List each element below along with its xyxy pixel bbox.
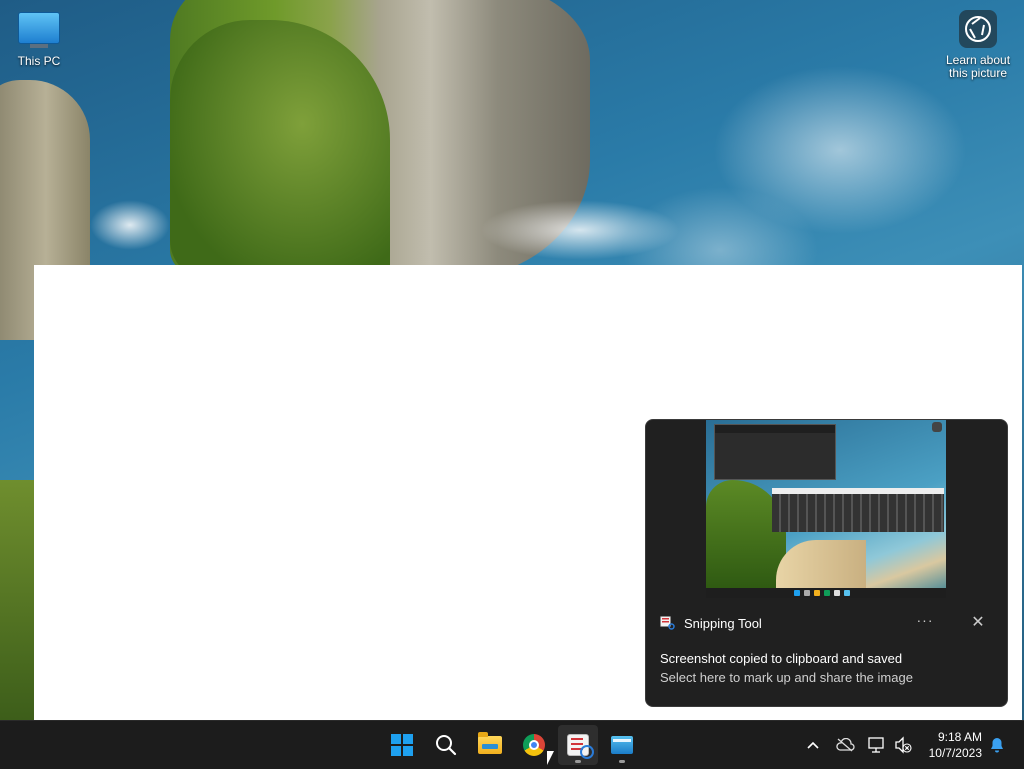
notification-header: Snipping Tool ··· ✕	[660, 613, 993, 633]
notification-body: Select here to mark up and share the ima…	[660, 670, 913, 685]
thumbnail-keyboard	[772, 488, 944, 532]
camera-lens-icon	[959, 10, 997, 48]
snipping-tool-taskbar-button[interactable]	[558, 725, 598, 765]
start-button[interactable]	[382, 725, 422, 765]
clock[interactable]: 9:18 AM 10/7/2023	[929, 729, 982, 761]
snipping-tool-icon	[660, 616, 675, 630]
close-button[interactable]: ✕	[967, 613, 989, 633]
clock-date: 10/7/2023	[928, 746, 982, 760]
volume-muted-icon	[895, 736, 912, 754]
remote-desktop-button[interactable]	[602, 725, 642, 765]
thumbnail-corner-icon	[932, 422, 942, 432]
thumbnail-sand	[776, 540, 866, 588]
taskbar: 9:18 AM 10/7/2023	[0, 720, 1024, 769]
more-options-button[interactable]: ···	[913, 613, 937, 633]
volume-button[interactable]	[890, 721, 916, 769]
monitor-stand	[30, 44, 48, 48]
desktop-icon-this-pc[interactable]: This PC	[8, 8, 70, 68]
wallpaper-foam	[90, 200, 170, 250]
network-button[interactable]	[864, 721, 890, 769]
remote-desktop-icon	[611, 736, 633, 754]
onedrive-offline-icon	[836, 738, 855, 752]
file-explorer-button[interactable]	[470, 725, 510, 765]
running-indicator	[619, 760, 625, 763]
search-button[interactable]	[426, 725, 466, 765]
desktop-icon-label: This PC	[17, 54, 61, 68]
thumbnail-taskbar	[706, 588, 946, 598]
monitor-icon	[18, 12, 60, 44]
snipping-tool-notification[interactable]: Snipping Tool ··· ✕ Screenshot copied to…	[645, 419, 1008, 707]
desktop-icon-label: Learn about this picture	[945, 53, 1011, 80]
wallpaper-foam	[480, 200, 680, 260]
thumbnail-dialog	[714, 424, 836, 480]
clock-time: 9:18 AM	[937, 730, 982, 744]
desktop-icon-learn-about-picture[interactable]: Learn about this picture	[938, 10, 1018, 80]
windows-logo-icon	[391, 734, 413, 756]
mouse-cursor-icon	[547, 751, 554, 765]
notification-app-name: Snipping Tool	[684, 615, 762, 631]
onedrive-button[interactable]	[832, 721, 858, 769]
running-indicator	[575, 760, 581, 763]
network-icon	[868, 737, 884, 753]
notifications-icon	[991, 738, 1003, 753]
search-icon	[436, 735, 457, 756]
notifications-button[interactable]	[984, 721, 1010, 769]
folder-icon	[478, 732, 502, 754]
snipping-tool-icon	[567, 734, 594, 759]
chevron-up-icon	[807, 741, 819, 749]
show-hidden-icons-button[interactable]	[800, 721, 826, 769]
notification-title: Screenshot copied to clipboard and saved	[660, 651, 903, 666]
chrome-icon	[523, 734, 545, 756]
screenshot-thumbnail[interactable]	[706, 420, 946, 598]
